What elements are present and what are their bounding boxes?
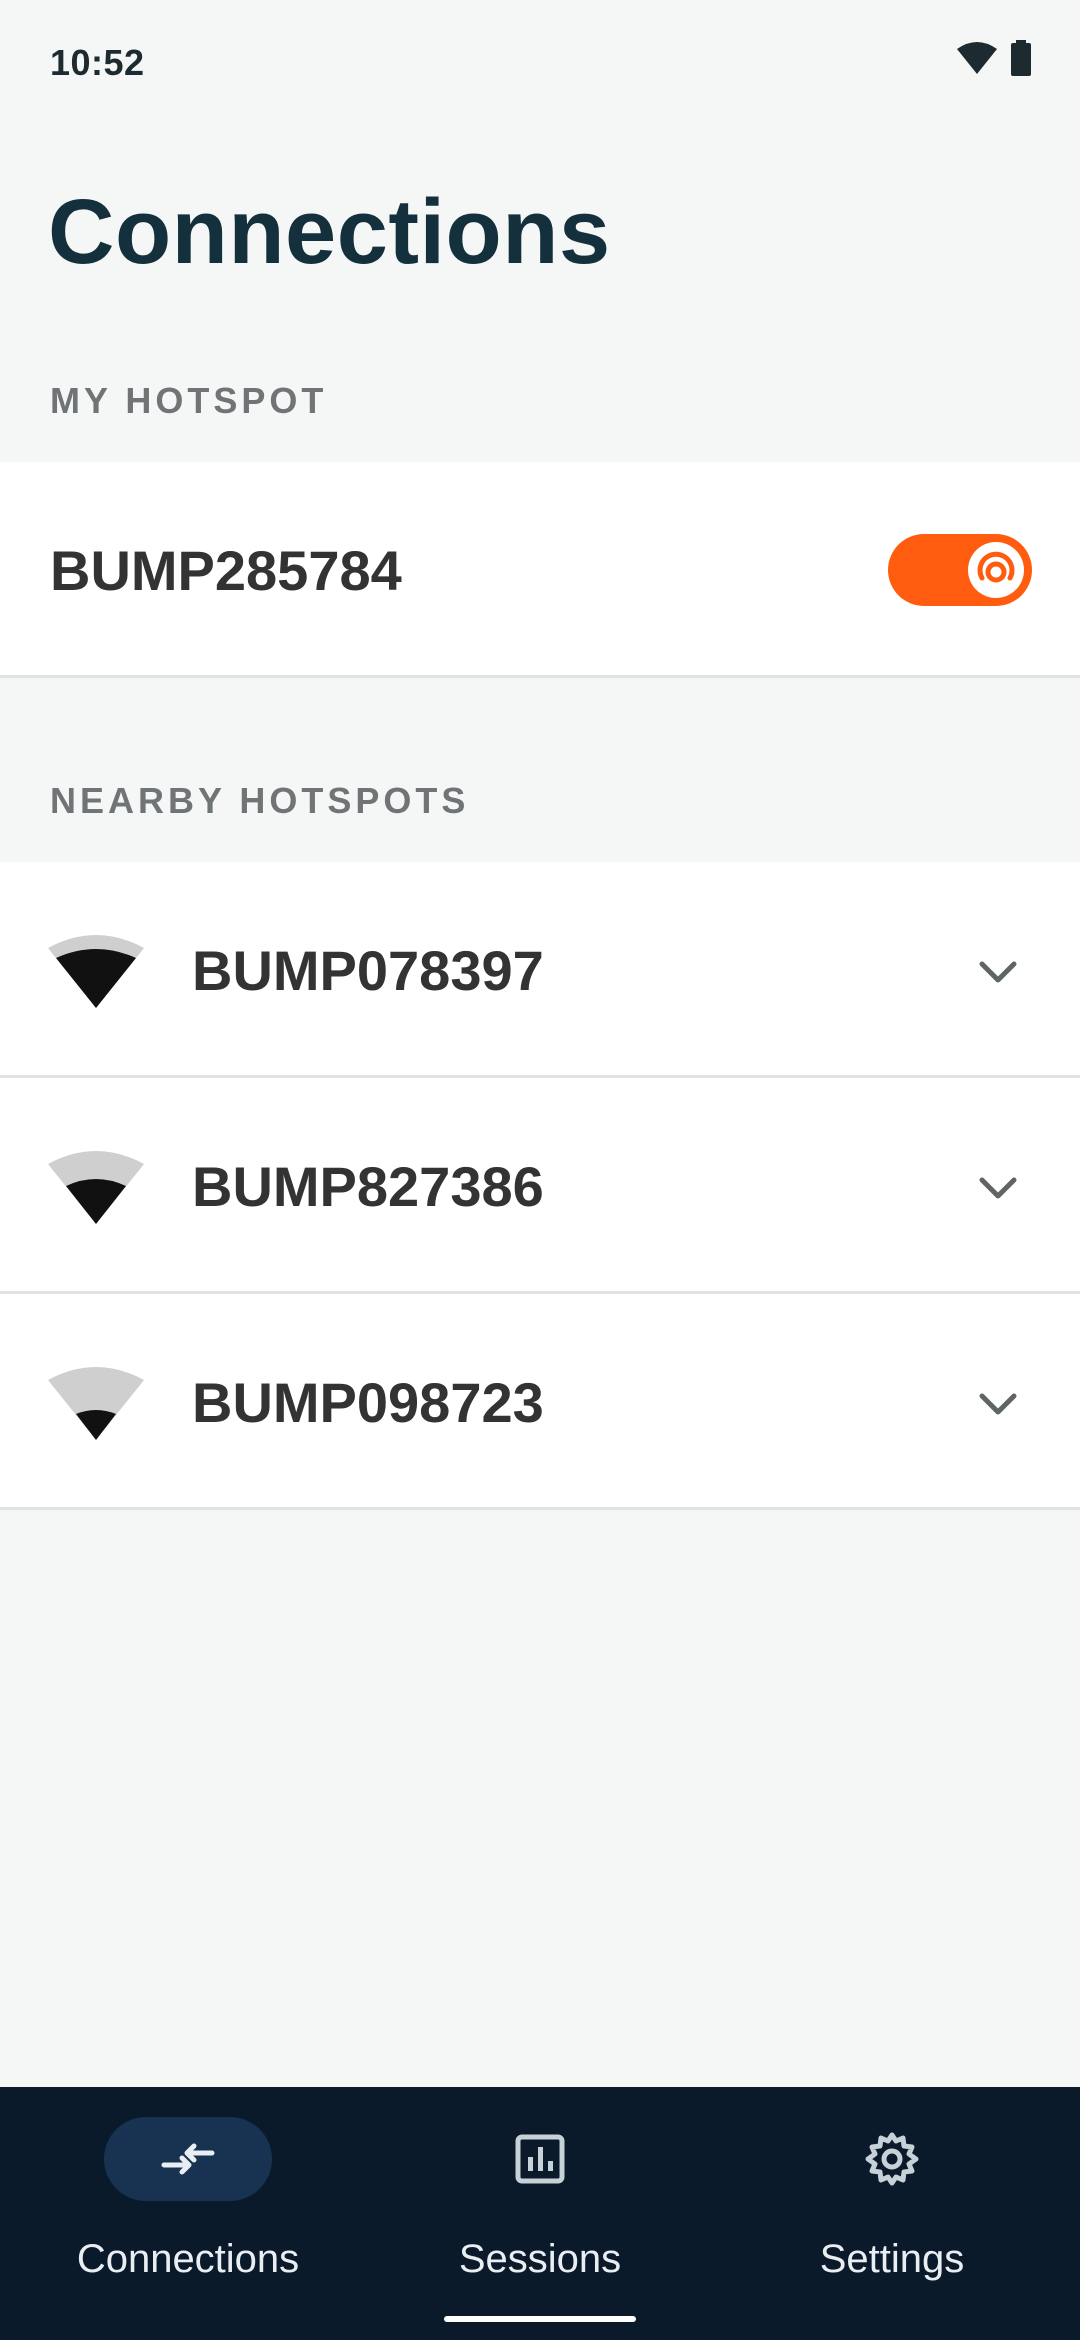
hotspot-name: BUMP827386	[192, 1155, 544, 1218]
page-title: Connections	[48, 181, 611, 283]
status-icons	[956, 40, 1032, 76]
hotspot-row[interactable]: BUMP078397	[0, 862, 1080, 1078]
home-indicator[interactable]	[444, 2316, 636, 2322]
hotspot-row[interactable]: BUMP098723	[0, 1294, 1080, 1510]
my-hotspot-section-label: MY HOTSPOT	[50, 380, 328, 421]
connections-icon	[161, 2143, 215, 2175]
nav-label-sessions: Sessions	[458, 2237, 622, 2281]
wifi-signal-icon	[48, 1367, 144, 1440]
nav-item-connections[interactable]: Connections	[8, 2087, 368, 2340]
nav-item-settings[interactable]: Settings	[712, 2087, 1072, 2340]
hotspot-name: BUMP078397	[192, 939, 544, 1002]
wifi-icon	[957, 42, 997, 74]
hotspot-toggle[interactable]	[888, 534, 1032, 606]
hotspot-broadcast-icon	[968, 542, 1024, 598]
bar-chart-icon	[515, 2134, 565, 2184]
status-time: 10:52	[50, 42, 145, 83]
chevron-down-icon[interactable]	[976, 1166, 1020, 1210]
nav-label-connections: Connections	[76, 2237, 300, 2281]
nav-label-settings: Settings	[819, 2237, 965, 2281]
wifi-signal-icon	[48, 1151, 144, 1224]
chevron-down-icon[interactable]	[976, 950, 1020, 994]
hotspot-name: BUMP098723	[192, 1371, 544, 1434]
nearby-hotspots-section-label: NEARBY HOTSPOTS	[50, 780, 470, 821]
gear-icon	[865, 2132, 919, 2186]
wifi-signal-icon	[48, 935, 144, 1008]
battery-icon	[1011, 40, 1031, 76]
hotspot-toggle-thumb	[966, 540, 1026, 600]
my-hotspot-name: BUMP285784	[50, 539, 402, 602]
nav-item-sessions[interactable]: Sessions	[360, 2087, 720, 2340]
my-hotspot-row: BUMP285784	[0, 462, 1080, 678]
chevron-down-icon[interactable]	[976, 1382, 1020, 1426]
bottom-navigation: Connections Sessions Settings	[0, 2087, 1080, 2340]
hotspot-row[interactable]: BUMP827386	[0, 1078, 1080, 1294]
status-bar: 10:52	[0, 0, 1080, 130]
